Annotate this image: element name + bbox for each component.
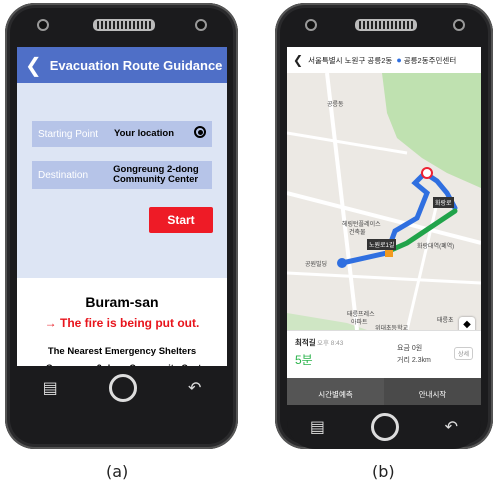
map-label: 화랑대역(폐역) [417, 244, 455, 250]
duration: 5분 [295, 353, 313, 367]
destination-field[interactable]: Destination Gongreung 2-dong Community C… [32, 161, 212, 189]
locate-icon[interactable] [194, 126, 206, 138]
map-label: 태릉초 [437, 318, 454, 324]
speaker-grille [93, 19, 155, 31]
phone-frame-a: ❮ Evacuation Route Guidance Starting Poi… [5, 3, 238, 449]
speaker-grille [355, 19, 417, 31]
sensor-icon [195, 19, 207, 31]
map-label: 화랑로 [433, 197, 454, 208]
map-label: 공릉동 [327, 102, 344, 108]
destination-text: 공릉2동주민센터 [403, 55, 457, 65]
home-button[interactable] [108, 374, 137, 402]
info-panel: Buram-san → The fire is being put out. T… [17, 278, 227, 373]
start-button[interactable]: Start [149, 207, 213, 233]
app-header: ❮ Evacuation Route Guidance [17, 47, 227, 83]
map-label: 건축물 [349, 230, 366, 236]
recent-apps-icon[interactable]: ▤ [310, 417, 325, 437]
start-marker [337, 258, 347, 268]
destination-label: Destination [38, 169, 89, 181]
phone-frame-b: ❮ 서울특별시 노원구 공릉2동 ● 공릉2동주민센터 공릉동 화랑대역(폐역)… [275, 3, 493, 449]
camera-icon [305, 19, 317, 31]
home-button[interactable] [370, 413, 399, 441]
route-summary-sheet: 최적길 오후 8:43 5분 요금 0원 거리 2.3km 상세 [287, 330, 481, 379]
pin-icon: ● [396, 55, 402, 65]
starting-point-value: Your location [114, 128, 174, 139]
recent-apps-icon[interactable]: ▤ [43, 378, 58, 398]
detail-button[interactable]: 상세 [453, 347, 473, 360]
nav-bar: ▤ ↶ [287, 405, 481, 449]
back-icon[interactable]: ↶ [445, 417, 458, 437]
sensor-icon [453, 19, 465, 31]
map-label: 아파트 [351, 320, 368, 326]
shelter-heading: The Nearest Emergency Shelters [47, 346, 197, 357]
header-title: Evacuation Route Guidance [49, 57, 223, 73]
screen-a: ❮ Evacuation Route Guidance Starting Poi… [17, 47, 227, 410]
destination-value: Gongreung 2-dong Community Center [113, 164, 199, 185]
back-chevron-icon[interactable]: ❮ [293, 53, 303, 67]
origin-text: 서울특별시 노원구 공릉2동 [308, 55, 393, 65]
caption-a: (a) [106, 462, 129, 481]
starting-point-field[interactable]: Starting Point Your location [32, 121, 212, 147]
fare: 요금 0원 [397, 345, 423, 352]
location-name: Buram-san [85, 294, 159, 310]
route-search-bar[interactable]: ❮ 서울특별시 노원구 공릉2동 ● 공릉2동주민센터 [287, 47, 481, 74]
back-icon[interactable]: ↶ [188, 378, 201, 398]
dest-marker [421, 167, 433, 179]
map-label: 공원빌딩 [305, 262, 328, 268]
starting-point-label: Starting Point [38, 128, 99, 140]
route-type: 최적길 [295, 338, 316, 347]
camera-icon [37, 19, 49, 31]
depart-time: 오후 8:43 [317, 340, 344, 347]
fire-status: → The fire is being put out. [44, 316, 200, 330]
screen-b: ❮ 서울특별시 노원구 공릉2동 ● 공릉2동주민센터 공릉동 화랑대역(폐역)… [287, 47, 481, 410]
route-orange-segment [385, 249, 393, 257]
caption-b: (b) [372, 462, 395, 481]
map-label: 노원로1길 [367, 239, 397, 250]
nav-bar: ▤ ↶ [17, 366, 227, 410]
distance: 거리 2.3km [397, 357, 431, 364]
back-arrow-icon[interactable]: ❮ [25, 53, 42, 78]
